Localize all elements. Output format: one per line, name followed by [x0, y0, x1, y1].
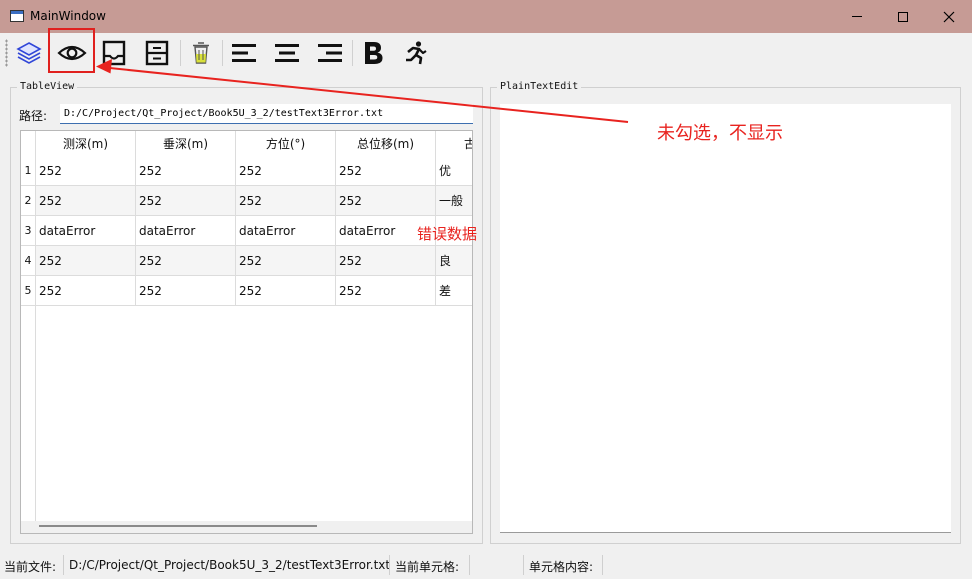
minimize-icon: [852, 16, 862, 17]
save-all-button[interactable]: [140, 36, 174, 70]
column-header[interactable]: 测深(m): [36, 131, 136, 157]
bold-icon: [365, 42, 383, 64]
table-cell[interactable]: dataError: [236, 216, 336, 246]
table-cell[interactable]: 252: [36, 246, 136, 276]
row-header[interactable]: 1: [21, 156, 36, 186]
scrollbar-thumb[interactable]: [39, 525, 317, 527]
column-header[interactable]: 垂深(m): [136, 131, 236, 157]
current-file-label: 当前文件:: [4, 560, 57, 574]
maximize-icon: [898, 11, 908, 22]
exit-button[interactable]: [398, 36, 432, 70]
row-header[interactable]: 3: [21, 216, 36, 246]
table-cell[interactable]: 252: [236, 246, 336, 276]
row-header[interactable]: 4: [21, 246, 36, 276]
delete-button[interactable]: [184, 36, 218, 70]
drawer-icon: [145, 40, 169, 66]
toolbar-separator: [352, 40, 353, 66]
toolbar-separator: [180, 40, 181, 66]
table-cell[interactable]: dataError: [136, 216, 236, 246]
current-file-value: D:/C/Project/Qt_Project/Book5U_3_2/testT…: [69, 558, 391, 572]
table-cell[interactable]: 252: [336, 246, 436, 276]
status-separator: [389, 555, 390, 575]
table-cell[interactable]: 252: [136, 276, 236, 306]
column-header[interactable]: 总位移(m): [336, 131, 436, 157]
status-separator: [469, 555, 470, 575]
path-label: 路径:: [19, 109, 48, 123]
table-cell[interactable]: 良: [436, 246, 472, 276]
toolbar-grip[interactable]: [5, 39, 8, 67]
table-cell[interactable]: 252: [136, 186, 236, 216]
status-separator: [63, 555, 64, 575]
column-header[interactable]: 古: [436, 131, 472, 157]
table-cell[interactable]: 252: [336, 186, 436, 216]
table-cell[interactable]: 252: [236, 156, 336, 186]
row-header-area: [21, 306, 36, 523]
row-header[interactable]: 5: [21, 276, 36, 306]
window-title: MainWindow: [30, 9, 106, 23]
table-cell[interactable]: 252: [336, 276, 436, 306]
title-bar: MainWindow: [0, 0, 972, 33]
align-left-icon: [232, 44, 256, 62]
tableview-group-title: TableView: [17, 81, 78, 92]
status-separator: [602, 555, 603, 575]
error-data-annotation: 错误数据: [417, 225, 478, 243]
table-cell[interactable]: 优: [436, 156, 472, 186]
row-header[interactable]: 2: [21, 186, 36, 216]
table-cell[interactable]: 252: [136, 156, 236, 186]
unchecked-annotation: 未勾选，不显示: [657, 123, 783, 144]
table-cell[interactable]: 252: [236, 276, 336, 306]
table-cell[interactable]: 252: [236, 186, 336, 216]
status-bar: 当前文件: D:/C/Project/Qt_Project/Book5U_3_2…: [0, 553, 972, 579]
minimize-button[interactable]: [834, 0, 880, 33]
table-cell[interactable]: 252: [336, 156, 436, 186]
corner-header[interactable]: [21, 131, 36, 157]
current-cell-label: 当前单元格:: [395, 560, 460, 574]
maximize-button[interactable]: [880, 0, 926, 33]
path-input[interactable]: [60, 104, 473, 124]
toolbar-separator: [222, 40, 223, 66]
plain-text-edit[interactable]: [500, 104, 951, 533]
table-cell[interactable]: 252: [136, 246, 236, 276]
status-separator: [523, 555, 524, 575]
trash-icon: [193, 42, 209, 64]
table-cell[interactable]: 一般: [436, 186, 472, 216]
align-right-icon: [318, 44, 342, 62]
toolbar: [0, 33, 972, 73]
table-cell[interactable]: 252: [36, 276, 136, 306]
align-center-button[interactable]: [270, 36, 304, 70]
column-header[interactable]: 方位(°): [236, 131, 336, 157]
table-cell[interactable]: 252: [36, 156, 136, 186]
cell-content-label: 单元格内容:: [529, 560, 594, 574]
close-button[interactable]: [926, 0, 972, 33]
table-cell[interactable]: 252: [36, 186, 136, 216]
plaintextedit-group-title: PlainTextEdit: [497, 81, 582, 92]
table-cell[interactable]: 差: [436, 276, 472, 306]
align-left-button[interactable]: [227, 36, 261, 70]
save-tray-button[interactable]: [97, 36, 131, 70]
close-icon: [943, 11, 955, 22]
table-cell[interactable]: dataError: [36, 216, 136, 246]
horizontal-scrollbar[interactable]: [21, 521, 472, 533]
run-icon: [406, 41, 427, 65]
app-icon: [10, 10, 24, 22]
data-table[interactable]: 测深(m) 垂深(m) 方位(°) 总位移(m) 古 1 2 3 4 5 252…: [20, 130, 473, 534]
bold-button[interactable]: [356, 36, 390, 70]
highlight-box: [48, 28, 95, 73]
layers-icon: [16, 42, 42, 64]
open-file-button[interactable]: [12, 36, 46, 70]
tray-icon: [102, 40, 126, 66]
align-right-button[interactable]: [313, 36, 347, 70]
align-center-icon: [275, 44, 299, 62]
